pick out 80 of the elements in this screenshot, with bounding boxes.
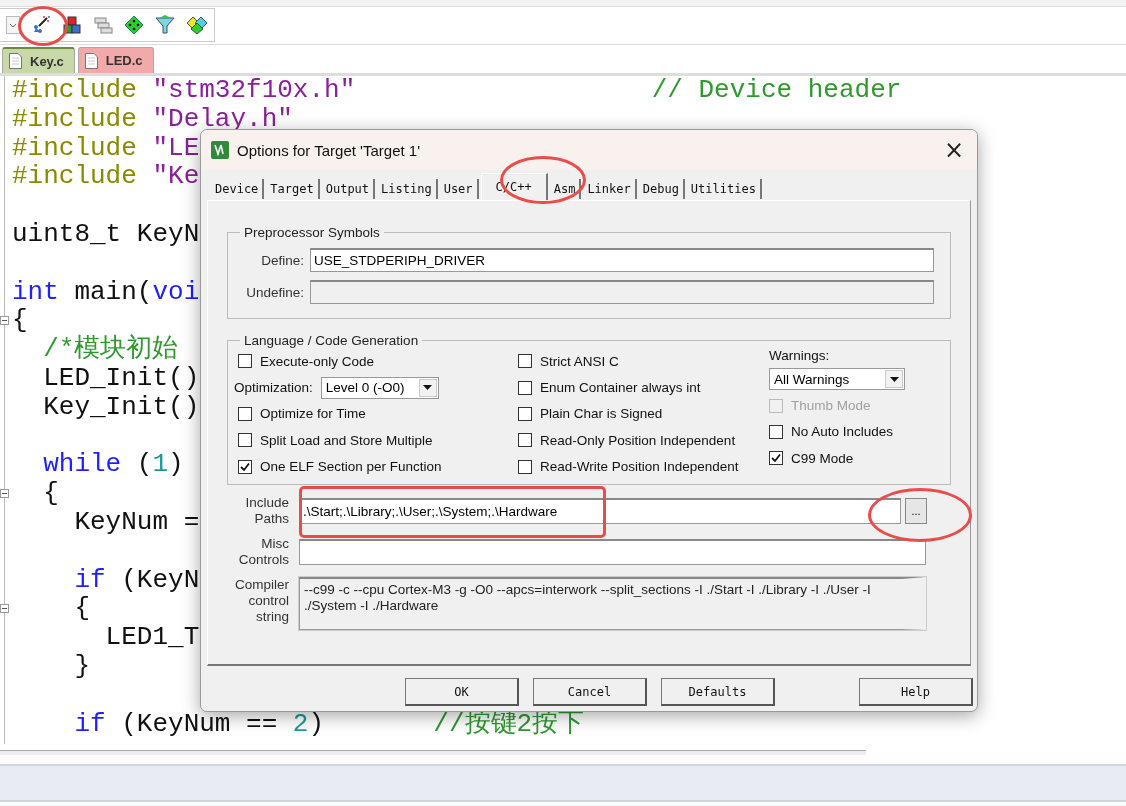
checkbox-label: Plain Char is Signed — [540, 406, 663, 422]
group-title: Preprocessor Symbols — [243, 225, 381, 240]
file-tab[interactable]: Key.c — [2, 47, 75, 73]
checkbox-label: Enum Container always int — [540, 380, 701, 396]
fold-marker-icon[interactable] — [0, 489, 9, 499]
checkbox-label: C99 Mode — [791, 450, 854, 466]
file-tab[interactable]: LED.c — [77, 47, 154, 73]
document-icon — [9, 53, 22, 69]
caret-icon — [423, 385, 433, 391]
code-line: { — [12, 306, 28, 336]
code-line: Key_Init() — [42, 392, 200, 422]
code-line: { — [42, 479, 59, 508]
magic-wand-icon[interactable] — [31, 15, 51, 35]
stacked-windows-icon[interactable] — [93, 15, 113, 35]
dialog-button[interactable]: Cancel — [533, 678, 647, 706]
checkbox-label: Optimize for Time — [260, 406, 366, 422]
fold-marker-icon[interactable] — [0, 316, 9, 326]
checkbox[interactable] — [769, 424, 783, 439]
code-line: { — [73, 594, 90, 624]
dialog-button[interactable]: Help — [859, 678, 973, 706]
checkbox-label: Read-Write Position Independent — [540, 459, 739, 475]
dialog-button[interactable]: Defaults — [661, 678, 775, 706]
caret-icon — [889, 376, 899, 382]
annotation-ellipse — [18, 6, 68, 46]
field-label: Undefine: — [245, 284, 304, 300]
code-line: /*模块初始 — [42, 335, 179, 364]
app-logo-icon — [211, 141, 229, 159]
blocks-icon[interactable] — [62, 15, 82, 35]
code-line: #include "LE — [12, 133, 200, 163]
browse-button[interactable]: ... — [905, 498, 927, 524]
dialog-title: Options for Target 'Target 1' — [237, 141, 422, 159]
code-line: if (KeyNum == 2) //按键2按下 — [73, 709, 585, 739]
checkbox[interactable] — [238, 354, 252, 369]
group-title: Language / Code Generation — [243, 333, 420, 348]
text-field[interactable] — [299, 539, 926, 565]
code-line: if (KeyN — [73, 565, 200, 595]
field-label: Include Paths — [244, 495, 289, 527]
text-area: --c99 -c --cpu Cortex-M3 -g -O0 --apcs=interwork --split_sections -I ./Start -I ./Library -I ./User -I ./System -I ./Hardware — [299, 577, 926, 630]
checkbox[interactable] — [238, 433, 252, 448]
checkbox[interactable] — [238, 459, 252, 474]
dialog-button[interactable]: OK — [405, 678, 519, 706]
document-icon — [84, 52, 98, 69]
code-line: LED1_T — [104, 623, 200, 652]
dropdown[interactable]: Level 0 (-O0) — [320, 376, 439, 399]
code-line: uint8_t KeyN — [12, 220, 200, 249]
text-field[interactable]: USE_STDPERIPH_DRIVER — [310, 248, 934, 272]
checkbox-label: Split Load and Store Multiple — [260, 432, 433, 448]
code-line: } — [73, 651, 90, 681]
checkbox-label: Strict ANSI C — [540, 353, 619, 369]
fold-marker-icon[interactable] — [0, 604, 9, 614]
dropdown[interactable]: All Warnings — [769, 368, 905, 391]
text-field[interactable]: .\Start;.\Library;.\User;.\System;.\Hardware — [299, 498, 901, 524]
checkbox-label: Read-Only Position Independent — [540, 432, 736, 448]
checkbox-label: Thumb Mode — [791, 398, 871, 414]
checkbox[interactable] — [238, 406, 252, 421]
multi-diamond-icon[interactable] — [186, 15, 208, 35]
code-line: KeyNum = — [73, 507, 200, 537]
checkbox-label: No Auto Includes — [791, 424, 894, 440]
funnel-icon[interactable] — [155, 15, 175, 35]
field-label: Compiler control string — [234, 577, 289, 625]
code-line: #include "Delay.h" — [12, 104, 293, 134]
checkbox[interactable] — [518, 380, 532, 395]
checkbox-label: One ELF Section per Function — [260, 459, 442, 475]
checkbox-label: Execute-only Code — [260, 353, 375, 369]
field-label: Misc Controls — [237, 536, 289, 568]
field-label: Warnings: — [769, 348, 831, 365]
diamond-dots-icon[interactable] — [124, 15, 144, 35]
checkbox[interactable] — [518, 354, 532, 369]
code-line: #include "Ke — [12, 162, 200, 192]
code-line: int main(voi — [12, 277, 200, 307]
checkbox[interactable] — [518, 406, 532, 421]
field-label: Optimization: — [234, 380, 313, 396]
code-line: while (1) — [42, 450, 184, 480]
checkbox[interactable] — [518, 433, 532, 448]
checkbox[interactable] — [518, 459, 532, 474]
close-button[interactable]: × — [931, 130, 977, 170]
code-line: #include "stm32f10x.h" // Device header — [12, 76, 902, 105]
checkbox[interactable] — [769, 451, 783, 466]
field-label: Define: — [260, 252, 304, 268]
code-line: LED_Init() — [42, 363, 200, 393]
